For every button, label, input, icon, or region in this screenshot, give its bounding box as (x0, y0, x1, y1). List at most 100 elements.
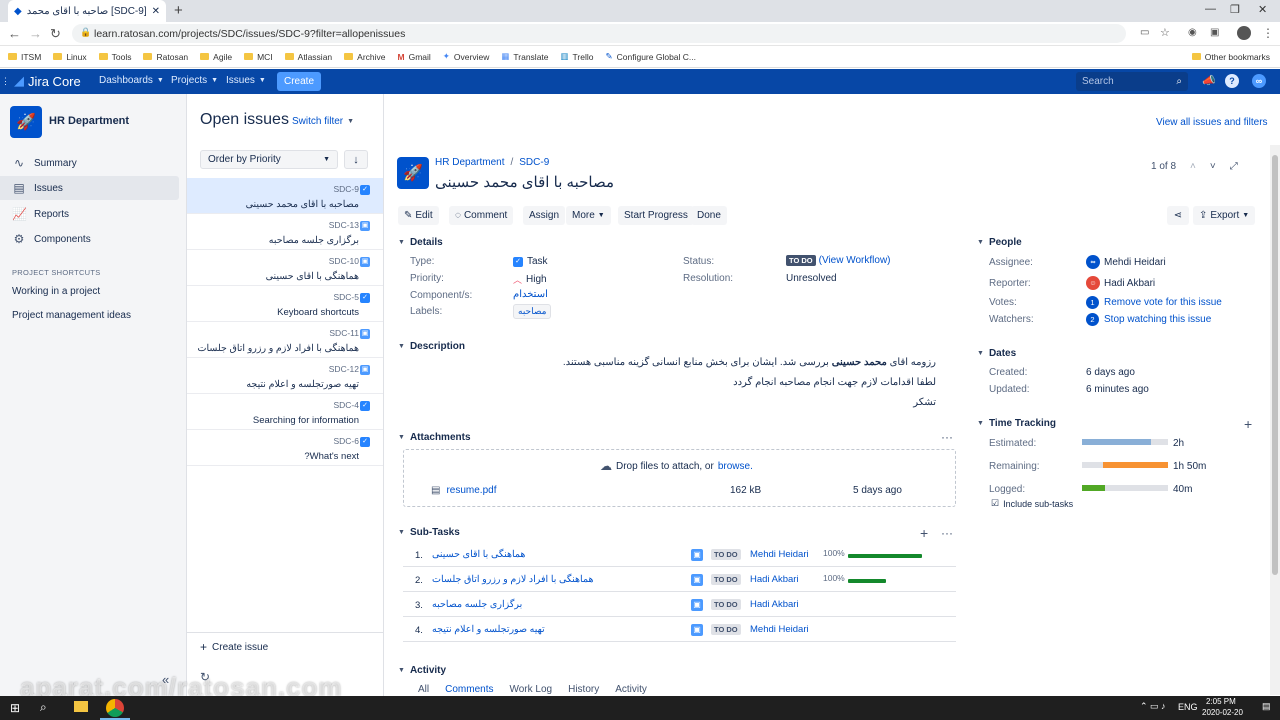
rocket-icon[interactable]: 🚀 (10, 106, 42, 138)
megaphone-icon[interactable]: 📣 (1202, 74, 1216, 87)
bookmark-itsm[interactable]: ITSM (8, 52, 41, 62)
order-by-select[interactable]: Order by Priority ▼ (200, 150, 338, 169)
jira-search-input[interactable]: Search ⌕ (1076, 72, 1188, 91)
profile-avatar[interactable] (1237, 26, 1251, 40)
bookmark-translate[interactable]: ▦ Translate (501, 51, 548, 62)
tab-activity[interactable]: Activity (615, 684, 647, 695)
view-workflow-link[interactable]: (View Workflow) (819, 255, 891, 266)
reporter-value[interactable]: ☺ Hadi Akbari (1086, 276, 1155, 290)
chrome-icon[interactable] (106, 699, 124, 717)
new-tab-button[interactable]: + (174, 2, 183, 19)
expand-icon[interactable]: ⤢ (1230, 161, 1238, 172)
forward-icon[interactable]: → (29, 26, 42, 41)
file-name[interactable]: resume.pdf (446, 485, 496, 496)
subtasks-heading[interactable]: ▼ Sub-Tasks (398, 527, 460, 538)
tab-all[interactable]: All (418, 684, 429, 695)
tray-icons[interactable]: ⌃ ▭ ♪ (1140, 701, 1166, 712)
details-heading[interactable]: ▼ Details (398, 237, 443, 248)
more-options-icon[interactable]: ··· (941, 526, 953, 540)
attachment-dropzone[interactable] (403, 449, 956, 507)
notifications-icon[interactable]: ▤ (1262, 701, 1271, 712)
include-subtasks-checkbox[interactable]: ☑ Include sub-tasks (991, 498, 1073, 509)
project-name[interactable]: HR Department (49, 115, 129, 127)
export-button[interactable]: ⇪ Export ▼ (1193, 206, 1256, 225)
list-item[interactable]: SDC-6 ✓ ?What's next (187, 430, 383, 466)
breadcrumb-project[interactable]: HR Department (435, 157, 504, 168)
component-value[interactable]: استخدام (513, 289, 548, 300)
sidebar-item-summary[interactable]: ∿ Summary (0, 151, 179, 175)
shortcut-pm-ideas[interactable]: Project management ideas (12, 310, 131, 321)
list-item[interactable]: SDC-11 ▣ هماهنگی با افراد لازم و رزرو اتاق… (187, 322, 383, 358)
description-line-1[interactable]: رزومه اقای محمد حسینی بررسی شد. ایشان بر… (410, 357, 936, 368)
cast-icon[interactable]: ▭ (1140, 27, 1149, 38)
file-explorer-icon[interactable] (74, 701, 88, 712)
browse-link[interactable]: browse. (718, 461, 753, 472)
back-icon[interactable]: ← (8, 26, 21, 41)
start-progress-button[interactable]: Start Progress (618, 206, 694, 225)
subtask-row[interactable]: 3. برگزاری جلسه مصاحبه ▣ TO DO Hadi Akba… (403, 593, 956, 617)
subtask-row[interactable]: 2. هماهنگی با افراد لازم و رزرو اتاق جلس… (403, 568, 956, 592)
create-button[interactable]: Create (277, 72, 322, 91)
activity-heading[interactable]: ▼ Activity (398, 665, 446, 676)
bookmark-agile[interactable]: Agile (200, 52, 232, 62)
issue-title[interactable]: مصاحبه با اقای محمد حسینی (435, 173, 614, 191)
more-button[interactable]: More ▼ (566, 206, 611, 225)
share-button[interactable]: ⋖ (1167, 206, 1189, 225)
chevron-up-icon[interactable]: ˄ (1190, 161, 1196, 172)
menu-dashboards[interactable]: Dashboards ▼ (99, 75, 164, 86)
bookmark-atlassian[interactable]: Atlassian (284, 52, 332, 62)
reload-icon[interactable]: ↻ (50, 26, 61, 42)
user-avatar[interactable]: ∞ (1252, 74, 1266, 88)
bookmark-gmail[interactable]: M Gmail (398, 52, 431, 62)
close-tab-icon[interactable]: ✕ (152, 6, 160, 17)
description-heading[interactable]: ▼ Description (398, 341, 465, 352)
bookmark-ratosan[interactable]: Ratosan (143, 52, 188, 62)
sidebar-item-components[interactable]: ⚙ Components (0, 227, 179, 251)
bookmark-star-icon[interactable]: ☆ (1160, 26, 1170, 39)
more-options-icon[interactable]: ··· (941, 430, 953, 444)
search-icon[interactable]: ⌕ (40, 700, 47, 715)
list-item[interactable]: SDC-10 ▣ هماهنگی با اقای حسینی (187, 250, 383, 286)
sort-direction-button[interactable]: ↓ (344, 150, 368, 169)
subtask-row[interactable]: 4. تهیه صورتجلسه و اعلام نتیجه ▣ TO DO M… (403, 618, 956, 642)
add-subtask-icon[interactable]: + (920, 525, 928, 541)
list-item[interactable]: SDC-9 ✓ مصاحبه با اقای محمد حسینی (187, 178, 383, 214)
shortcut-working-in-project[interactable]: Working in a project (12, 286, 100, 297)
assign-button[interactable]: Assign (523, 206, 566, 225)
minimize-icon[interactable]: — (1205, 3, 1216, 15)
chevron-down-icon[interactable]: ˅ (1210, 161, 1216, 172)
label-tag[interactable]: مصاحبه (513, 304, 552, 319)
app-switcher-icon[interactable]: ⋮ (1, 76, 10, 87)
people-heading[interactable]: ▼ People (977, 237, 1022, 248)
bookmark-configure[interactable]: ✎ Configure Global C... (606, 51, 697, 62)
bookmark-trello[interactable]: ▥ Trello (561, 51, 594, 62)
sidebar-item-reports[interactable]: 📈 Reports (0, 202, 179, 226)
description-line-3[interactable]: تشکر (410, 397, 936, 408)
browser-tab[interactable]: ◆ [SDC-9] صاحبه با اقای محمد حسینی ✕ (8, 0, 166, 22)
help-icon[interactable]: ? (1225, 74, 1239, 88)
edit-button[interactable]: ✎ Edit (398, 206, 439, 225)
done-button[interactable]: Done (691, 206, 727, 225)
breadcrumb-issue-key[interactable]: SDC-9 (519, 157, 549, 168)
list-item[interactable]: SDC-5 ✓ Keyboard shortcuts (187, 286, 383, 322)
close-window-icon[interactable]: ✕ (1258, 3, 1267, 16)
bookmark-mci[interactable]: MCI (244, 52, 273, 62)
other-bookmarks[interactable]: Other bookmarks (1191, 52, 1270, 62)
time-tracking-heading[interactable]: ▼ Time Tracking (977, 418, 1056, 429)
chrome-menu-icon[interactable]: ⋮ (1262, 26, 1274, 40)
list-item[interactable]: SDC-13 ▣ برگزاری جلسه مصاحبه (187, 214, 383, 250)
bookmark-archive[interactable]: Archive (344, 52, 386, 62)
description-line-2[interactable]: لطفا اقدامات لازم جهت انجام مصاحبه انجام… (410, 377, 936, 388)
menu-issues[interactable]: Issues ▼ (226, 75, 266, 86)
jira-logo[interactable]: ◢ Jira Core (14, 73, 81, 89)
windows-start-icon[interactable]: ⊞ (10, 701, 20, 715)
attachment-row[interactable]: ▤ resume.pdf (431, 485, 496, 496)
clock-date[interactable]: 2020-02-20 (1202, 708, 1243, 717)
tab-comments[interactable]: Comments (445, 684, 493, 695)
switch-filter-button[interactable]: Switch filter ▼ (292, 116, 354, 127)
sidebar-item-issues[interactable]: ▤ Issues (0, 176, 179, 200)
tab-history[interactable]: History (568, 684, 599, 695)
stop-watching-link[interactable]: Stop watching this issue (1104, 314, 1211, 325)
extension2-icon[interactable]: ▣ (1210, 27, 1219, 38)
clock-time[interactable]: 2:05 PM (1206, 697, 1236, 706)
